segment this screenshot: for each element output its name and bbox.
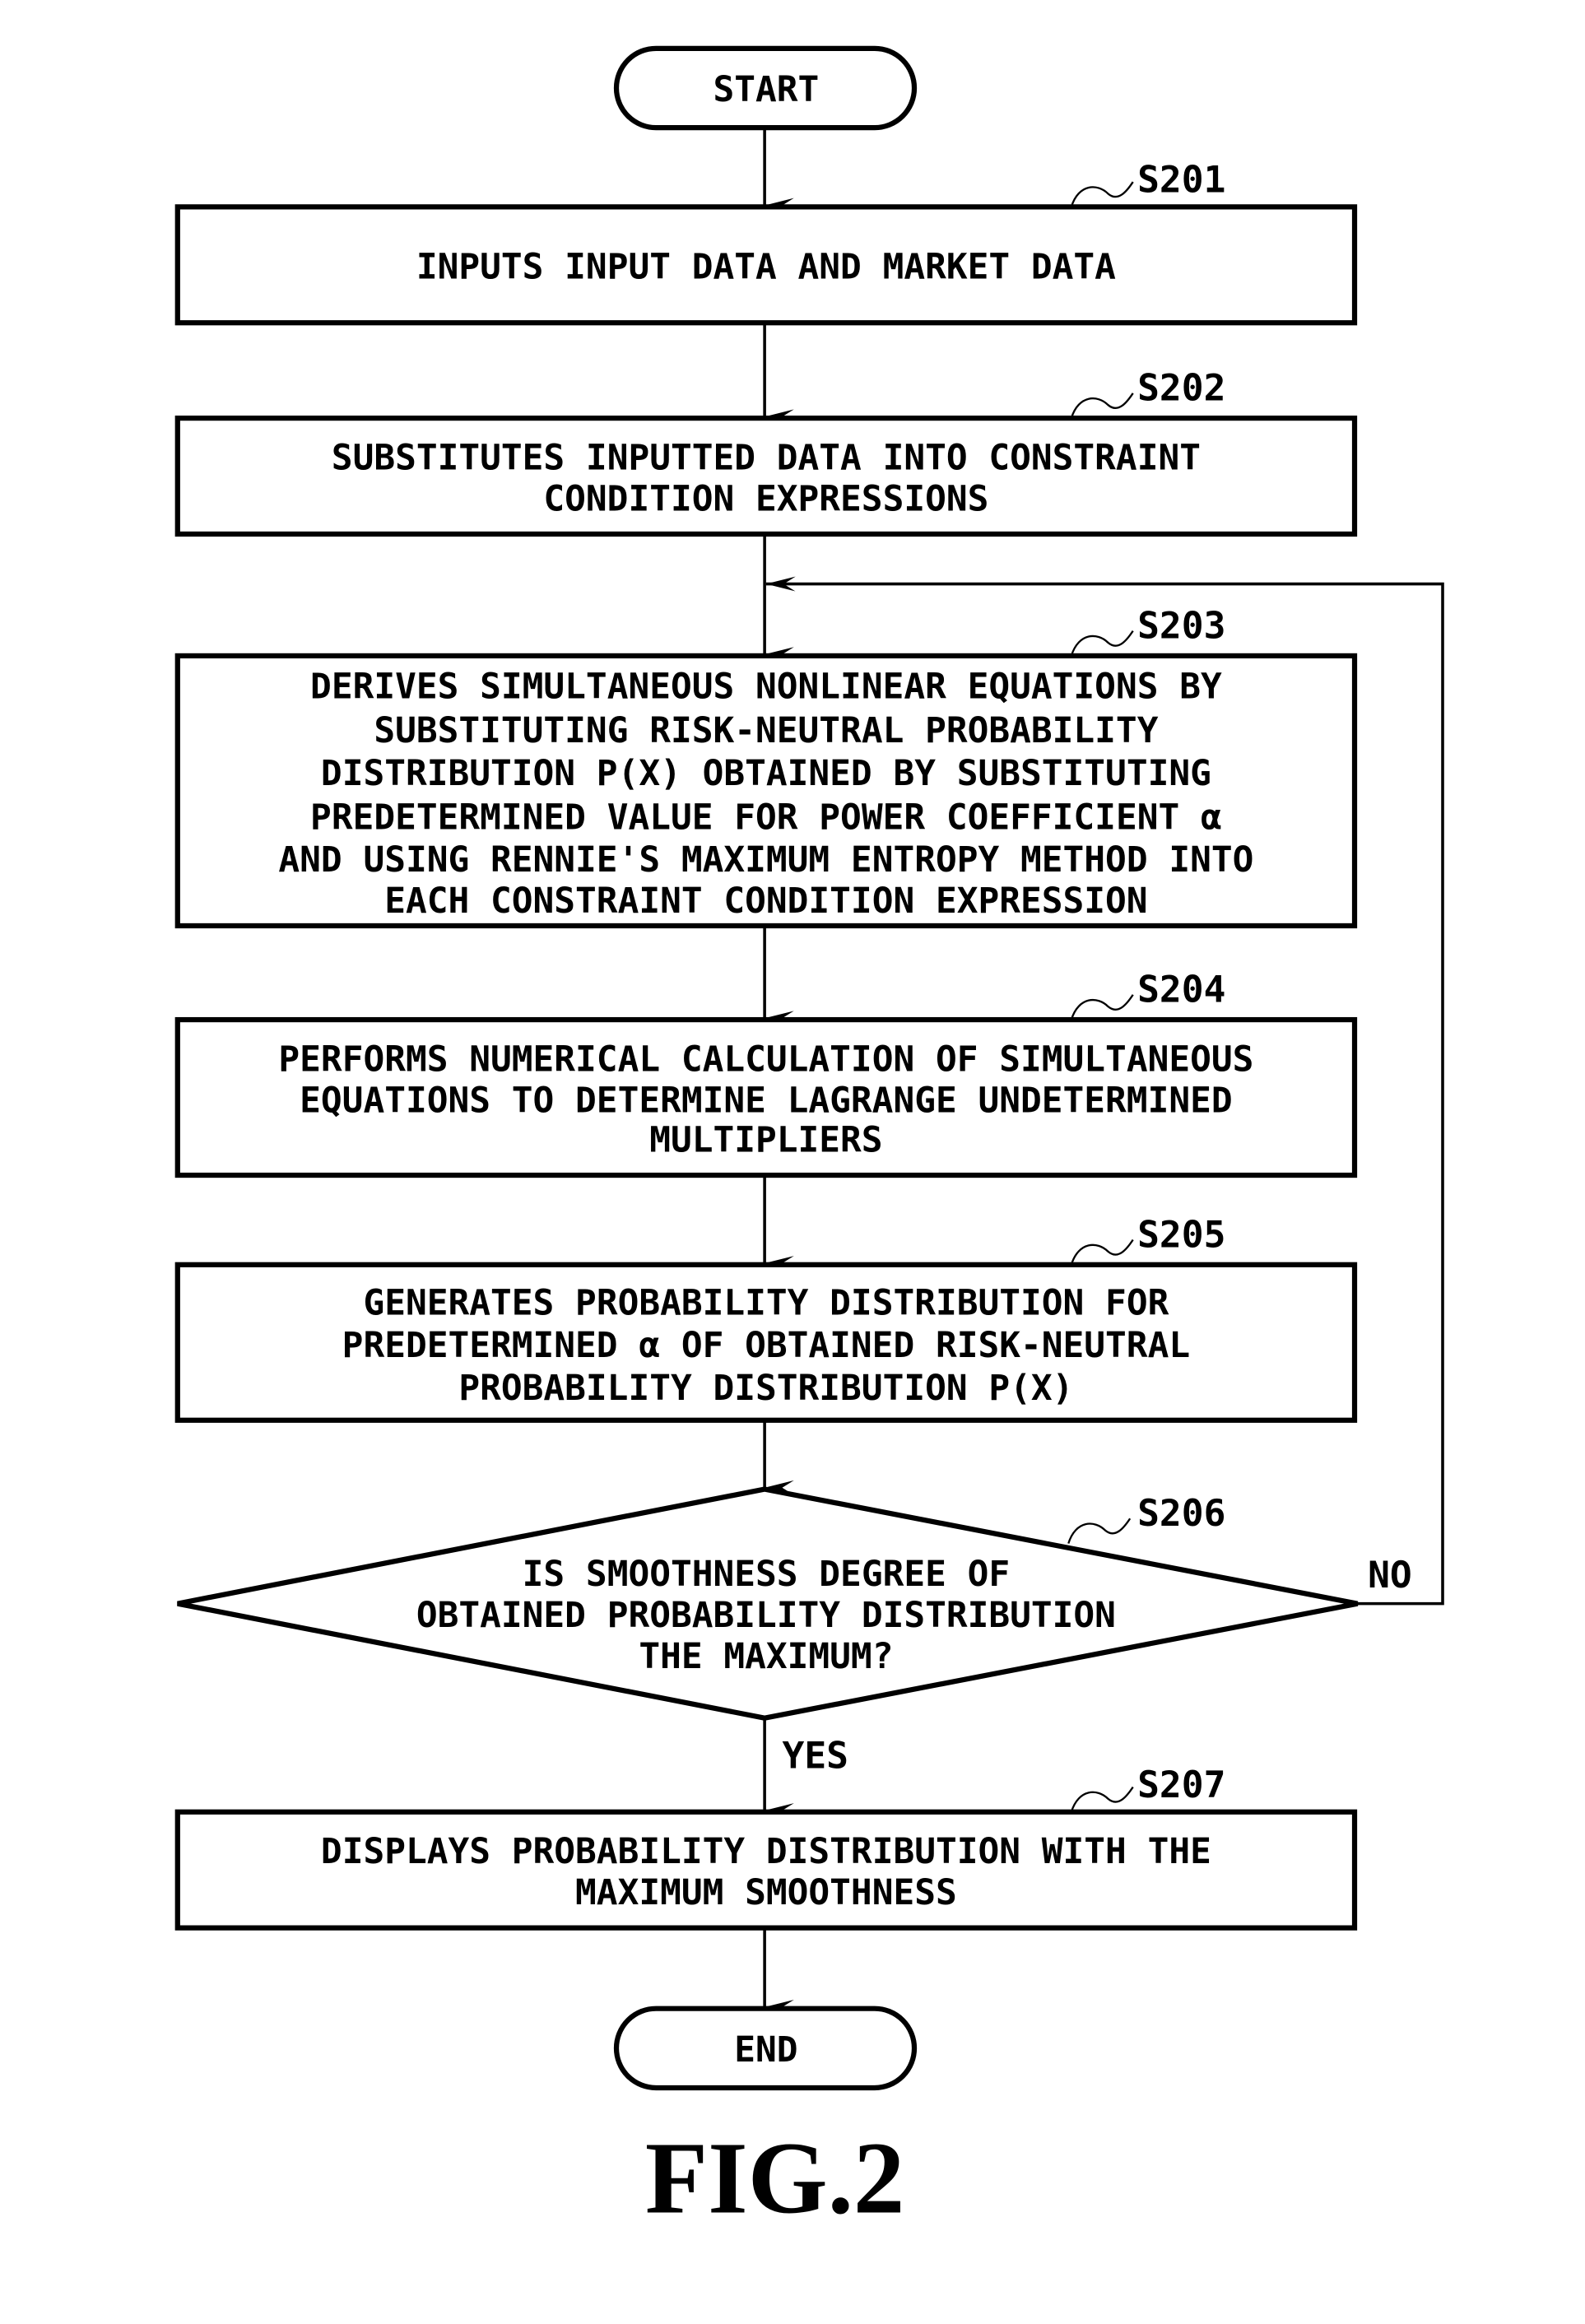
decision-s206-line-1: IS SMOOTHNESS DEGREE OF: [523, 1554, 1010, 1595]
step-s205-line-1: GENERATES PROBABILITY DISTRIBUTION FOR: [363, 1282, 1169, 1323]
step-s202-line-2: CONDITION EXPRESSIONS: [543, 478, 988, 519]
step-s203-line-1: DERIVES SIMULTANEOUS NONLINEAR EQUATIONS…: [310, 667, 1222, 708]
step-s203-line-6: EACH CONSTRAINT CONDITION EXPRESSION: [384, 881, 1147, 922]
step-s201-text: INPUTS INPUT DATA AND MARKET DATA: [416, 247, 1116, 288]
end-label: END: [734, 2029, 797, 2071]
step-s202-line-1: SUBSTITUTES INPUTTED DATA INTO CONSTRAIN…: [332, 438, 1201, 479]
decision-s206: IS SMOOTHNESS DEGREE OF OBTAINED PROBABI…: [177, 1486, 1359, 1721]
end-terminal: END: [613, 2006, 918, 2091]
step-s203-label: S203: [1137, 605, 1225, 648]
step-s203-line-4: PREDETERMINED VALUE FOR POWER COEFFICIEN…: [310, 797, 1222, 838]
step-s205-line-3: PROBABILITY DISTRIBUTION P(X): [458, 1368, 1073, 1409]
decision-s206-leader: [1067, 1518, 1132, 1544]
step-s204-leader: [1070, 994, 1134, 1020]
step-s204-line-2: EQUATIONS TO DETERMINE LAGRANGE UNDETERM…: [300, 1080, 1232, 1121]
step-s205-leader: [1070, 1239, 1134, 1266]
step-s203-line-5: AND USING RENNIE'S MAXIMUM ENTROPY METHO…: [278, 839, 1253, 881]
step-s203-line-3: DISTRIBUTION P(X) OBTAINED BY SUBSTITUTI…: [321, 753, 1211, 794]
step-s207-label: S207: [1137, 1764, 1225, 1806]
step-s204-line-3: MULTIPLIERS: [649, 1120, 882, 1161]
flowchart: START INPUTS INPUT DATA AND MARKET DATA …: [174, 45, 1444, 2235]
yes-branch-label: YES: [783, 1734, 849, 1777]
step-s207-leader: [1070, 1786, 1134, 1813]
step-s202-leader: [1070, 393, 1134, 419]
decision-s206-line-3: THE MAXIMUM?: [639, 1636, 893, 1677]
step-s204-line-1: PERFORMS NUMERICAL CALCULATION OF SIMULT…: [278, 1039, 1253, 1080]
step-s205-line-2: PREDETERMINED α OF OBTAINED RISK-NEUTRAL: [342, 1325, 1190, 1366]
start-terminal: START: [613, 45, 918, 131]
no-branch-label: NO: [1368, 1554, 1412, 1597]
start-label: START: [713, 69, 819, 110]
decision-s206-label: S206: [1137, 1492, 1225, 1535]
decision-s206-line-2: OBTAINED PROBABILITY DISTRIBUTION: [416, 1595, 1116, 1636]
figure-label: FIG.2: [645, 2122, 905, 2235]
step-s201-leader: [1070, 181, 1134, 207]
step-s207-line-1: DISPLAYS PROBABILITY DISTRIBUTION WITH T…: [321, 1831, 1211, 1872]
step-s202-label: S202: [1137, 367, 1225, 410]
step-s205-label: S205: [1137, 1213, 1225, 1256]
step-s201-label: S201: [1137, 159, 1225, 202]
step-s204-label: S204: [1137, 969, 1225, 1011]
step-s203-line-2: SUBSTITUTING RISK-NEUTRAL PROBABILITY: [374, 710, 1158, 751]
step-s203-leader: [1070, 630, 1134, 657]
step-s207-line-2: MAXIMUM SMOOTHNESS: [575, 1872, 957, 1913]
